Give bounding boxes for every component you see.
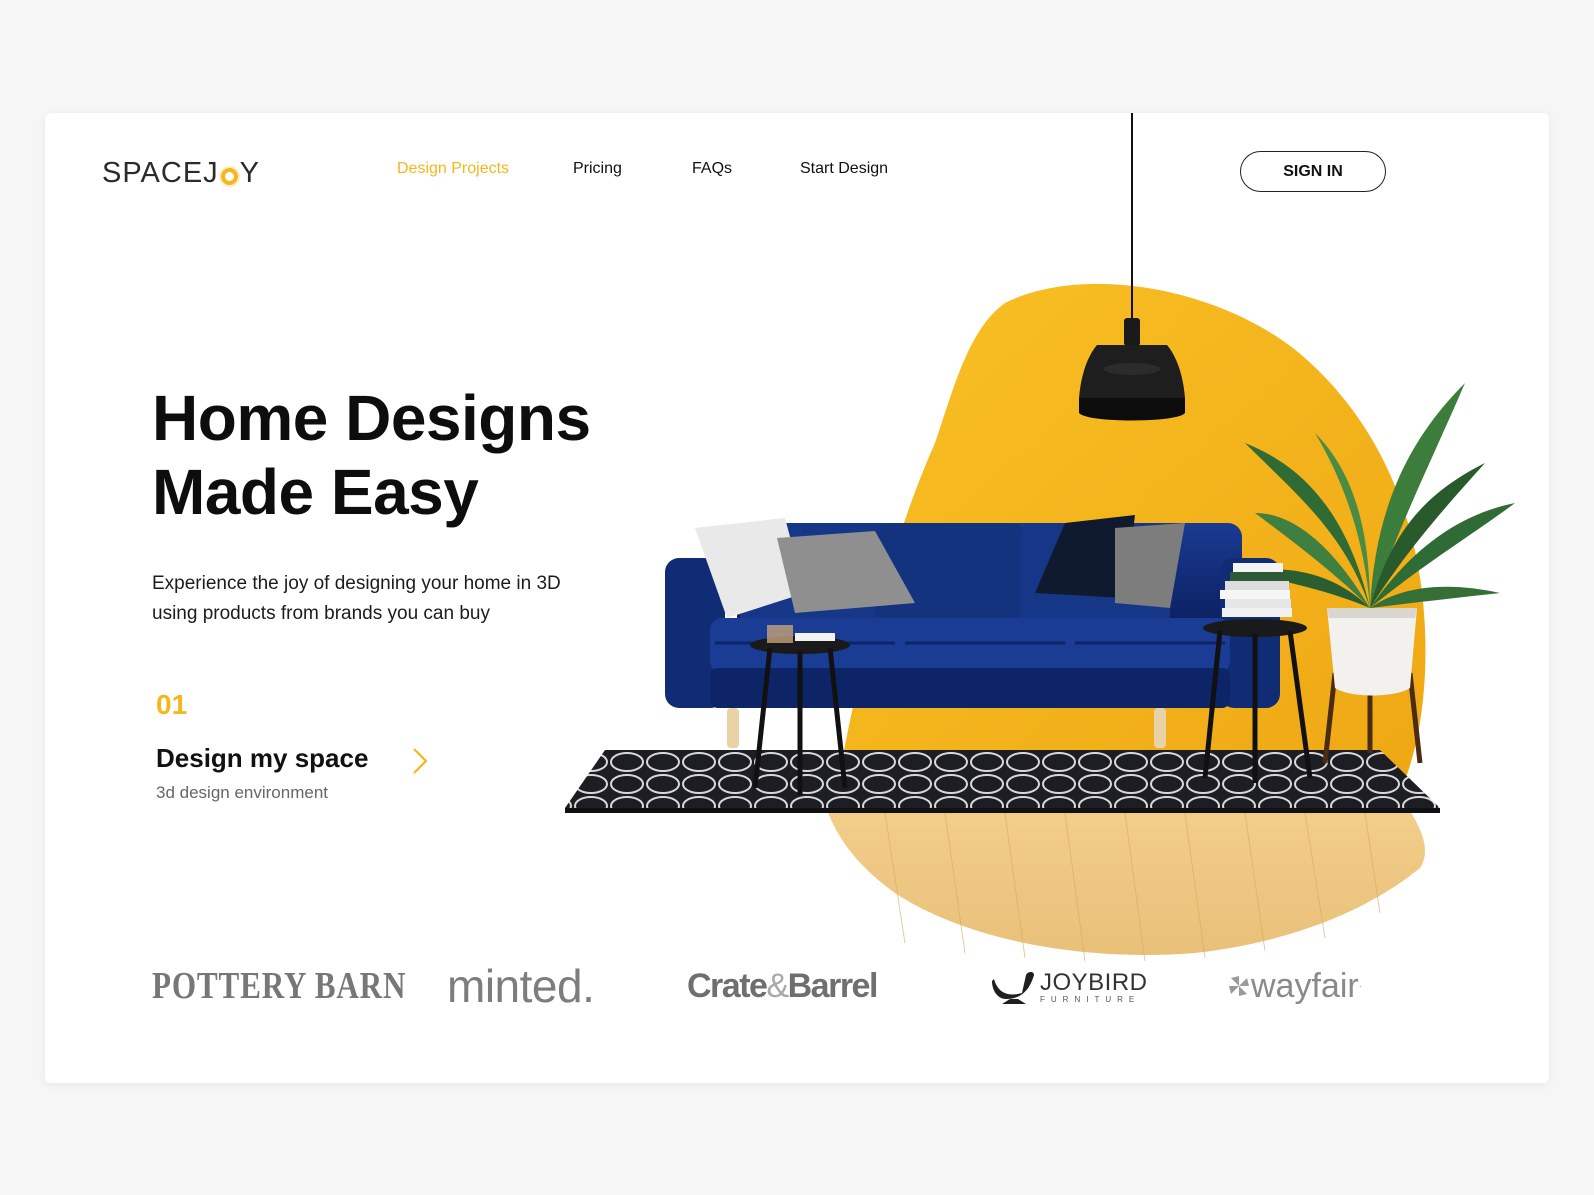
brand-logos: POTTERY BARN minted. Crate & Barrel JOYBIR… <box>45 953 1549 1023</box>
wayfair-pinwheel-icon <box>1229 976 1249 996</box>
hero-title: Home Designs Made Easy <box>152 381 672 529</box>
logo-text-right: Y <box>239 156 261 189</box>
hero-subtitle: Experience the joy of designing your hom… <box>152 569 612 629</box>
step-number: 01 <box>156 689 188 720</box>
barrel-text: Barrel <box>787 966 879 1005</box>
wayfair-text: wayfair <box>1251 966 1359 1005</box>
logo-sun-icon <box>220 167 238 185</box>
wayfair-logo: wayfair · <box>1227 953 1362 1019</box>
joybird-chair-icon <box>992 972 1034 1004</box>
pendant-lamp <box>1079 113 1185 421</box>
landing-card: SPACEJ Y Design Projects Pricing FAQs Sta… <box>45 113 1549 1083</box>
crate-and-barrel-logo: Crate & Barrel <box>687 953 879 1019</box>
joybird-logo: JOYBIRD FURNITURE <box>990 953 1148 1019</box>
wayfair-mark: · <box>1358 981 1362 991</box>
crate-ampersand: & <box>766 966 789 1005</box>
hero-subtitle-line-2: using products from brands you can buy <box>152 603 490 624</box>
hero-subtitle-line-1: Experience the joy of designing your hom… <box>152 573 561 594</box>
pottery-barn-logo: POTTERY BARN <box>152 965 407 1007</box>
joybird-subtitle: FURNITURE <box>1040 994 1141 1004</box>
wood-floor <box>825 803 1425 962</box>
hero-title-line-1: Home Designs <box>152 382 591 454</box>
minted-logo: minted. <box>447 960 595 1012</box>
step-description: 3d design environment <box>156 783 329 802</box>
joybird-name: JOYBIRD <box>1040 968 1148 996</box>
chevron-right-icon[interactable] <box>405 746 435 776</box>
joybird-wordmark: JOYBIRD FURNITURE <box>1040 969 1148 1004</box>
hero-title-line-2: Made Easy <box>152 456 479 528</box>
logo-text-left: SPACEJ <box>102 156 219 189</box>
spacejoy-logo[interactable]: SPACEJ Y <box>102 153 260 193</box>
design-my-space-link[interactable]: Design my space <box>156 743 368 774</box>
crate-text: Crate <box>687 966 768 1005</box>
living-room-illustration <box>565 113 1515 962</box>
